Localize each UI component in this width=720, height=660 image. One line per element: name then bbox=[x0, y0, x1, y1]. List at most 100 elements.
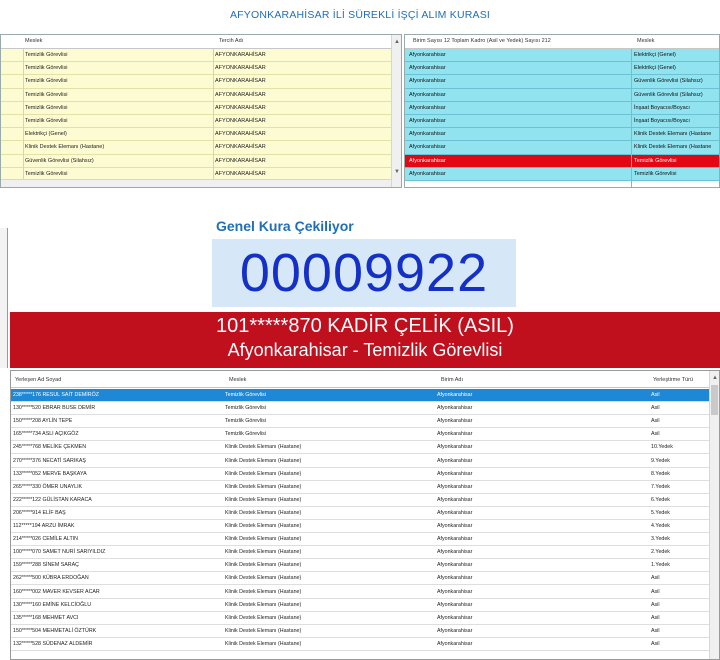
results-grid-vscrollbar[interactable]: ▲ bbox=[709, 371, 719, 659]
scroll-up-icon[interactable]: ▲ bbox=[392, 37, 401, 47]
column-header-yerlestirme-turu[interactable]: Yerleştirme Türü bbox=[653, 377, 693, 383]
cell: Afyonkarahisar bbox=[409, 91, 446, 98]
cell: Afyonkarahisar bbox=[437, 444, 473, 451]
scroll-thumb[interactable] bbox=[711, 385, 718, 415]
column-header-tercih-adi[interactable]: Tercih Adı bbox=[219, 38, 243, 44]
cell: Afyonkarahisar bbox=[437, 509, 473, 516]
result-row[interactable]: 130*****160 EMİNE KELCİOĞLU Klinik Destek… bbox=[11, 598, 711, 612]
cell: Klinik Destek Elemanı (Hastane) bbox=[225, 457, 302, 464]
draw-status-label: Genel Kura Çekiliyor bbox=[216, 218, 354, 234]
preference-grid-vscrollbar[interactable]: ▲ ▼ bbox=[391, 35, 401, 187]
result-row[interactable]: 262*****500 KÜBRA ERDOĞAN Klinik Destek E… bbox=[11, 572, 711, 586]
result-row[interactable]: 150*****208 AYLİN TEPE Temizlik Görevlisi… bbox=[11, 415, 711, 429]
preference-row[interactable]: Temizlik Görevlisi AFYONKARAHİSAR bbox=[1, 88, 391, 102]
unit-grid-header: Birim Sayısı 12 Toplam Kadro (Asil ve Ye… bbox=[405, 35, 719, 49]
cell: AFYONKARAHİSAR bbox=[215, 104, 266, 111]
cell: Temizlik Görevlisi bbox=[25, 104, 68, 111]
cell: Klinik Destek Elemanı (Hastane) bbox=[225, 575, 302, 582]
result-row[interactable]: 159*****288 SİNEM SARAÇ Klinik Destek Ele… bbox=[11, 559, 711, 573]
preference-grid[interactable]: Meslek Tercih Adı Temizlik Görevlisi AFYO… bbox=[0, 34, 402, 188]
result-row[interactable]: 214*****026 CEMİLE ALTIN Klinik Destek El… bbox=[11, 533, 711, 547]
cell: Afyonkarahisar bbox=[409, 104, 446, 111]
cell: Afyonkarahisar bbox=[437, 614, 473, 621]
result-row[interactable]: 270*****376 NECATİ SARIKAŞ Klinik Destek … bbox=[11, 454, 711, 468]
cell: 5.Yedek bbox=[651, 509, 670, 516]
unit-row[interactable]: Afyonkarahisar Klinik Destek Elemanı (Has… bbox=[405, 128, 719, 142]
unit-row[interactable]: Afyonkarahisar İnşaat Boyacısı/Boyacı bbox=[405, 101, 719, 115]
cell: 206*****914 ELİF BAŞ bbox=[13, 509, 66, 516]
result-row[interactable]: 222*****122 GÜLİSTAN KARACA Klinik Destek… bbox=[11, 493, 711, 507]
preference-row[interactable]: Temizlik Görevlisi AFYONKARAHİSAR bbox=[1, 49, 391, 63]
column-header-meslek[interactable]: Meslek bbox=[229, 377, 246, 383]
result-row[interactable]: 238*****176 RESUL SAİT DEMİRÖZ Temizlik G… bbox=[11, 389, 711, 403]
scroll-down-icon[interactable]: ▼ bbox=[392, 167, 401, 177]
preference-row[interactable]: Klinik Destek Elemanı (Hastane) AFYONKARA… bbox=[1, 141, 391, 155]
column-header-birim[interactable]: Birim Sayısı 12 Toplam Kadro (Asil ve Ye… bbox=[413, 38, 551, 44]
column-divider bbox=[631, 49, 632, 187]
column-header-birim-adi[interactable]: Birim Adı bbox=[441, 377, 463, 383]
unit-row[interactable]: Afyonkarahisar Elektrikçi (Genel) bbox=[405, 62, 719, 76]
cell: Klinik Destek Elemanı (Hastane) bbox=[225, 509, 302, 516]
unit-row[interactable]: Afyonkarahisar Güvenlik Görevlisi (Silahs… bbox=[405, 75, 719, 89]
winner-unit-profession: Afyonkarahisar - Temizlik Görevlisi bbox=[227, 340, 503, 360]
cell: Temizlik Görevlisi bbox=[25, 78, 68, 85]
cell: Klinik Destek Elemanı (Hastane) bbox=[225, 627, 302, 634]
unit-row[interactable]: Afyonkarahisar Elektrikçi (Genel) bbox=[405, 49, 719, 63]
cell: Klinik Destek Elemanı (Hastane) bbox=[225, 640, 302, 647]
result-row[interactable]: 135*****168 MEHMET AVCI Klinik Destek Ele… bbox=[11, 611, 711, 625]
cell: Asil bbox=[651, 405, 660, 412]
cell: Afyonkarahisar bbox=[409, 131, 446, 138]
column-header-meslek[interactable]: Meslek bbox=[25, 38, 42, 44]
cell: İnşaat Boyacısı/Boyacı bbox=[634, 118, 690, 124]
cell: AFYONKARAHİSAR bbox=[215, 52, 266, 58]
cell: 262*****500 KÜBRA ERDOĞAN bbox=[13, 575, 89, 582]
cell: Temizlik Görevlisi bbox=[25, 91, 68, 98]
side-scroll-strip[interactable] bbox=[0, 228, 8, 368]
scroll-up-icon[interactable]: ▲ bbox=[710, 373, 719, 383]
result-row[interactable]: 133*****052 MERVE BAŞKAYA Klinik Destek E… bbox=[11, 467, 711, 481]
unit-grid[interactable]: Birim Sayısı 12 Toplam Kadro (Asil ve Ye… bbox=[404, 34, 720, 188]
preference-row[interactable]: Temizlik Görevlisi AFYONKARAHİSAR bbox=[1, 115, 391, 129]
cell: 150*****504 MEHMETALİ ÖZTÜRK bbox=[13, 627, 97, 634]
preference-row[interactable]: Elektrikçi (Genel) AFYONKARAHİSAR bbox=[1, 128, 391, 142]
cell: Afyonkarahisar bbox=[409, 65, 446, 72]
result-row[interactable]: 130*****520 EBRAR BUSE DEMİR Temizlik Gör… bbox=[11, 402, 711, 416]
preference-row[interactable]: Temizlik Görevlisi AFYONKARAHİSAR bbox=[1, 101, 391, 115]
cell: Asil bbox=[651, 575, 660, 582]
result-row[interactable]: 265*****330 ÖMER UNAYLIK Klinik Destek El… bbox=[11, 480, 711, 494]
unit-row[interactable]: Afyonkarahisar Temizlik Görevlisi bbox=[405, 154, 719, 168]
column-header-yerlesen[interactable]: Yerleşen Ad Soyad bbox=[15, 377, 61, 383]
result-row[interactable]: 245*****768 MELİKE ÇEKMEN Klinik Destek E… bbox=[11, 441, 711, 455]
result-row[interactable]: 165*****734 ASLI AÇIKGÖZ Temizlik Görevli… bbox=[11, 428, 711, 442]
cell: 270*****376 NECATİ SARIKAŞ bbox=[13, 457, 86, 464]
result-row[interactable]: 112*****194 ARZU İMRAK Klinik Destek Elem… bbox=[11, 520, 711, 534]
result-row[interactable]: 132*****528 SÜDENAZ ALDEMİR Klinik Destek… bbox=[11, 637, 711, 651]
column-header-meslek[interactable]: Meslek bbox=[637, 38, 654, 44]
unit-row[interactable]: Afyonkarahisar Güvenlik Görevlisi (Silahs… bbox=[405, 88, 719, 102]
result-row[interactable]: 206*****914 ELİF BAŞ Klinik Destek Eleman… bbox=[11, 506, 711, 520]
preference-grid-hscrollbar[interactable] bbox=[1, 179, 391, 187]
cell: AFYONKARAHİSAR bbox=[215, 157, 266, 164]
preference-row[interactable]: Temizlik Görevlisi AFYONKARAHİSAR bbox=[1, 75, 391, 89]
cell: Temizlik Görevlisi bbox=[25, 118, 68, 124]
cell: Klinik Destek Elemanı (Hastane) bbox=[225, 562, 302, 569]
unit-row[interactable]: Afyonkarahisar İnşaat Boyacısı/Boyacı bbox=[405, 115, 719, 129]
cell: Afyonkarahisar bbox=[409, 170, 446, 177]
results-grid[interactable]: Yerleşen Ad Soyad Meslek Birim Adı Yerle… bbox=[10, 370, 720, 660]
preference-row[interactable]: Temizlik Görevlisi AFYONKARAHİSAR bbox=[1, 62, 391, 76]
cell: 100*****070 SAMET NURİ SARIYILDIZ bbox=[13, 549, 106, 556]
unit-row[interactable]: Afyonkarahisar Klinik Destek Elemanı (Has… bbox=[405, 141, 719, 155]
unit-row[interactable]: Afyonkarahisar Temizlik Görevlisi bbox=[405, 167, 719, 181]
cell: Afyonkarahisar bbox=[437, 405, 473, 412]
cell: 135*****168 MEHMET AVCI bbox=[13, 614, 79, 621]
cell: Klinik Destek Elemanı (Hastane) bbox=[225, 536, 302, 543]
cell: Güvenlik Görevlisi (Silahsız) bbox=[634, 78, 703, 85]
cell: Afyonkarahisar bbox=[437, 392, 473, 398]
preference-row[interactable]: Güvenlik Görevlisi (Silahsız) AFYONKARAHİ… bbox=[1, 154, 391, 168]
draw-counter-panel: 00009922 bbox=[212, 239, 516, 307]
cell: AFYONKARAHİSAR bbox=[215, 78, 266, 85]
cell: Afyonkarahisar bbox=[437, 496, 473, 503]
result-row[interactable]: 100*****070 SAMET NURİ SARIYILDIZ Klinik … bbox=[11, 546, 711, 560]
result-row[interactable]: 150*****504 MEHMETALİ ÖZTÜRK Klinik Deste… bbox=[11, 624, 711, 638]
result-row[interactable]: 160*****002 MAVER KEVSER ACAR Klinik Dest… bbox=[11, 585, 711, 599]
